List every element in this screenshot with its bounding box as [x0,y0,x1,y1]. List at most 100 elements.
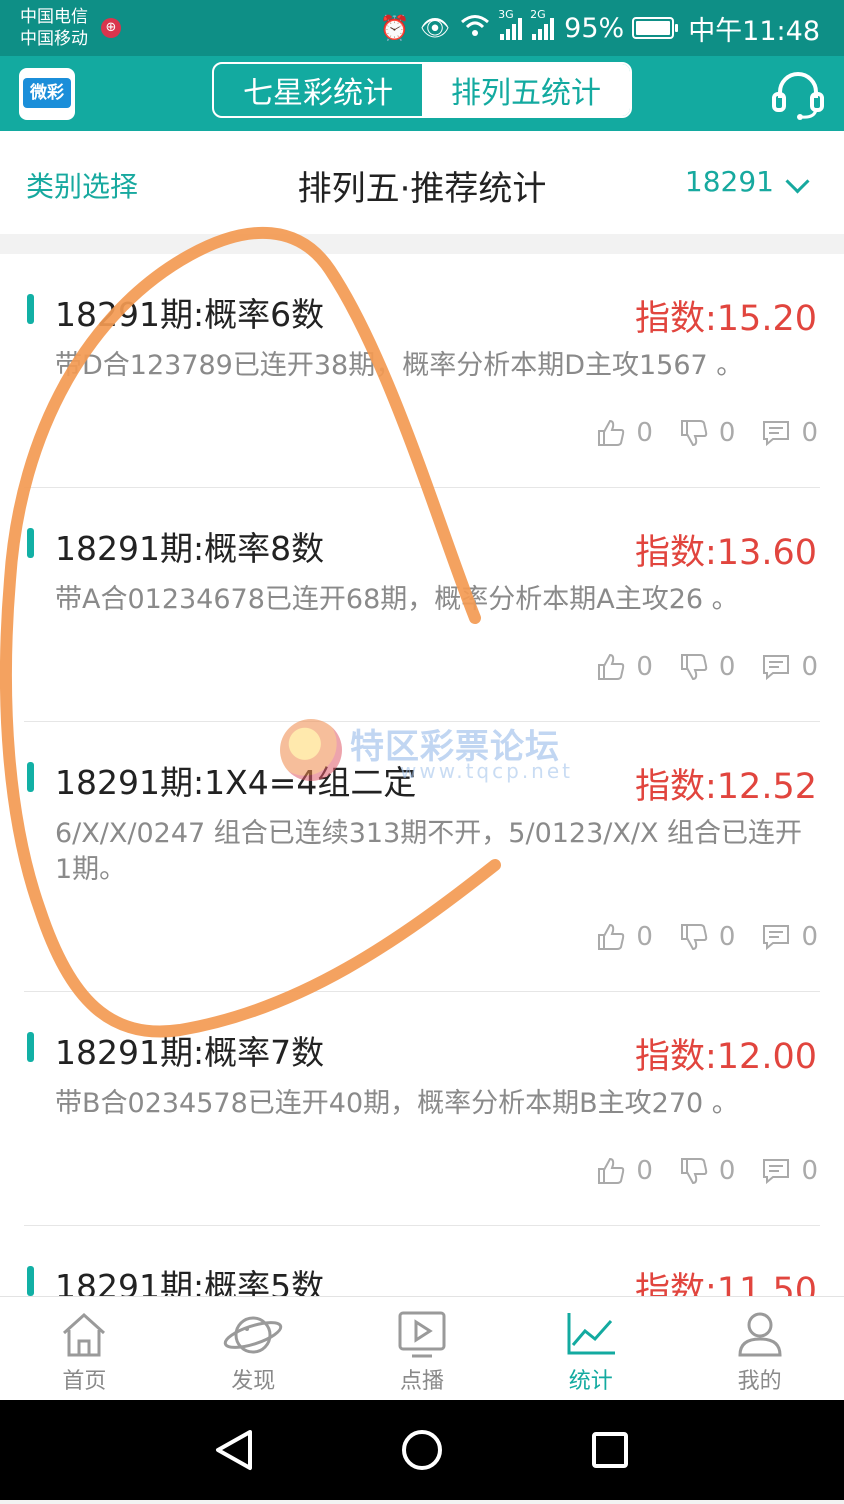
card-index: 指数:11.50 [635,1271,817,1296]
recents-icon[interactable] [592,1432,628,1468]
wifi-icon [460,13,490,43]
card-index: 指数:13.60 [635,533,817,573]
battery-percent: 95% [564,12,625,44]
back-icon[interactable] [216,1430,252,1470]
play-icon [398,1311,446,1358]
nav-mine[interactable]: 我的 [675,1297,844,1401]
stats-tab-switch: 七星彩统计 排列五统计 [212,62,632,118]
nav-home[interactable]: 首页 [0,1297,169,1401]
dislike-button[interactable]: 0 [679,922,736,952]
like-button[interactable]: 0 [596,652,653,682]
card-description: 6/X/X/0247 组合已连续313期不开，5/0123/X/X 组合已连开1… [55,818,803,885]
card-index: 指数:12.52 [635,767,817,807]
dislike-count: 0 [718,418,736,448]
title-bar: 类别选择 排列五·推荐统计 18291 [0,131,844,234]
watermark-logo-icon [280,719,342,781]
thumbs-up-icon [598,1157,625,1184]
card-title: 18291期:概率6数 [55,295,325,334]
comment-icon [763,925,790,951]
like-count: 0 [636,418,653,448]
clock: 中午11:48 [688,15,820,47]
forum-watermark: 特区彩票论坛 www.tqcp.net [280,715,580,785]
accent-bar [27,1032,34,1062]
accent-bar [27,1266,34,1296]
card-title: 18291期:概率8数 [55,529,325,568]
eye-icon: 👁 [419,14,451,42]
comment-count: 0 [801,418,818,448]
signal-2g-icon: 2G [530,8,556,40]
accent-bar [27,762,34,792]
carrier-1: 中国电信 [20,7,88,27]
like-count: 0 [636,652,653,682]
dislike-button[interactable]: 0 [679,1156,735,1186]
tab-qixingcai[interactable]: 七星彩统计 [214,64,422,116]
list-item[interactable]: 18291期:概率7数 指数:12.00 带B合0234578已连开40期，概率… [0,992,844,1226]
carrier-labels: 中国电信 中国移动 [20,6,88,50]
card-description: 带A合01234678已连开68期，概率分析本期A主攻26 。 [55,584,739,615]
like-button[interactable]: 0 [596,1156,653,1186]
home-circle-icon[interactable] [402,1430,442,1470]
comment-count: 0 [801,922,818,952]
chart-icon [567,1313,615,1355]
comment-button[interactable]: 0 [761,652,818,682]
card-title: 18291期:概率5数 [55,1267,325,1296]
dislike-count: 0 [718,922,736,952]
signal-3g-icon: 3G [498,8,524,40]
card-index: 指数:12.00 [635,1037,817,1077]
card-description: 带D合123789已连开38期，概率分析本期D主攻1567 。 [55,350,744,381]
list-item[interactable]: 18291期:概率6数 指数:15.20 带D合123789已连开38期，概率分… [0,254,844,488]
alarm-icon: ⏰ [379,14,410,42]
card-actions: 0 0 0 [570,652,818,682]
nav-discover[interactable]: 发现 [169,1297,338,1401]
home-icon [63,1312,106,1357]
thumbs-down-icon [680,924,708,951]
thumbs-up-icon [598,653,625,680]
nav-stats[interactable]: 统计 [506,1297,675,1401]
app-logo[interactable]: 微彩 [19,68,75,120]
dislike-count: 0 [718,652,736,682]
card-description: 带B合0234578已连开40期，概率分析本期B主攻270 。 [55,1088,739,1119]
customer-service-icon[interactable] [770,68,826,120]
app-header: 微彩 七星彩统计 排列五统计 [0,56,844,131]
like-button[interactable]: 0 [596,922,653,952]
comment-icon [763,655,790,681]
nav-vod[interactable]: 点播 [338,1297,507,1401]
comment-icon [763,421,790,447]
carrier-badge-icon: ⊕ [101,18,121,38]
comment-button[interactable]: 0 [761,922,818,952]
nav-stats-label: 统计 [568,1369,613,1394]
status-bar: 中国电信 中国移动 ⊕ ⏰ 👁 3G 2G 95% 中午11:48 [0,0,844,56]
nav-mine-label: 我的 [737,1369,782,1394]
card-actions: 0 0 0 [570,1156,818,1186]
thumbs-up-icon [598,419,625,446]
status-icons: ⏰ 👁 3G 2G 95% 中午11:48 [379,8,820,47]
list-item[interactable]: 18291期:概率8数 指数:13.60 带A合01234678已连开68期，概… [0,488,844,722]
like-button[interactable]: 0 [596,418,653,448]
dislike-button[interactable]: 0 [679,418,736,448]
tab-pailie5[interactable]: 排列五统计 [422,64,630,116]
dislike-button[interactable]: 0 [679,652,736,682]
net-type-2: 2G [530,8,546,21]
accent-bar [27,528,34,558]
user-icon [738,1312,782,1357]
comment-button[interactable]: 0 [761,418,818,448]
net-type-1: 3G [498,8,514,21]
comment-icon [763,1159,790,1185]
thumbs-down-icon [680,1158,708,1185]
comment-button[interactable]: 0 [761,1156,818,1186]
nav-vod-label: 点播 [399,1369,444,1394]
bottom-nav: 首页 发现 点播 统计 我的 [0,1296,844,1401]
issue-select[interactable]: 18291 [685,165,774,198]
system-nav-bar [0,1400,844,1500]
comment-count: 0 [801,1156,818,1186]
comment-count: 0 [801,652,818,682]
card-actions: 0 0 0 [570,922,818,952]
nav-home-label: 首页 [62,1369,107,1394]
like-count: 0 [636,922,653,952]
card-actions: 0 0 0 [570,418,818,448]
planet-icon [223,1316,283,1354]
card-title: 18291期:概率7数 [55,1033,325,1072]
card-index: 指数:15.20 [635,299,817,339]
watermark-url: www.tqcp.net [400,759,574,783]
list-item[interactable]: 18291期:概率5数 指数:11.50 [0,1226,844,1296]
